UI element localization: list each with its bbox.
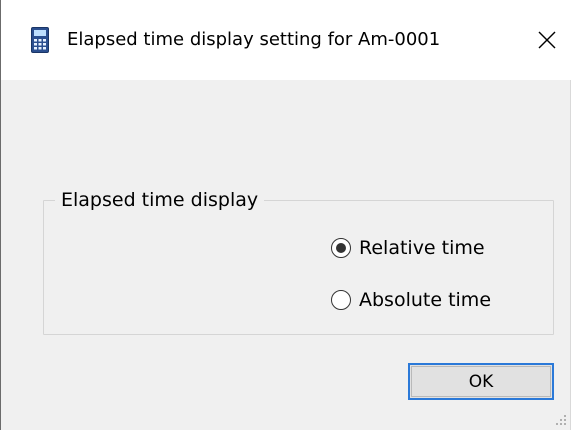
calculator-icon [31,27,49,53]
title-bar[interactable]: Elapsed time display setting for Am-0001 [1,0,571,80]
close-button[interactable] [527,20,567,60]
radio-label-relative-time: Relative time [359,237,485,259]
close-icon [538,31,556,49]
radio-label-absolute-time: Absolute time [359,289,492,311]
resize-grip-icon[interactable] [554,412,568,426]
groupbox-label: Elapsed time display [55,188,265,212]
ok-button-label: OK [468,371,494,392]
ok-button[interactable]: OK [408,363,554,400]
elapsed-time-groupbox [43,200,554,335]
radio-absolute-time[interactable]: Absolute time [331,288,491,312]
radio-button-selected[interactable] [331,238,351,258]
radio-button-unselected[interactable] [331,290,351,310]
dialog-window: Elapsed time display setting for Am-0001… [0,0,571,430]
radio-relative-time[interactable]: Relative time [331,236,485,260]
window-title: Elapsed time display setting for Am-0001 [67,29,441,50]
